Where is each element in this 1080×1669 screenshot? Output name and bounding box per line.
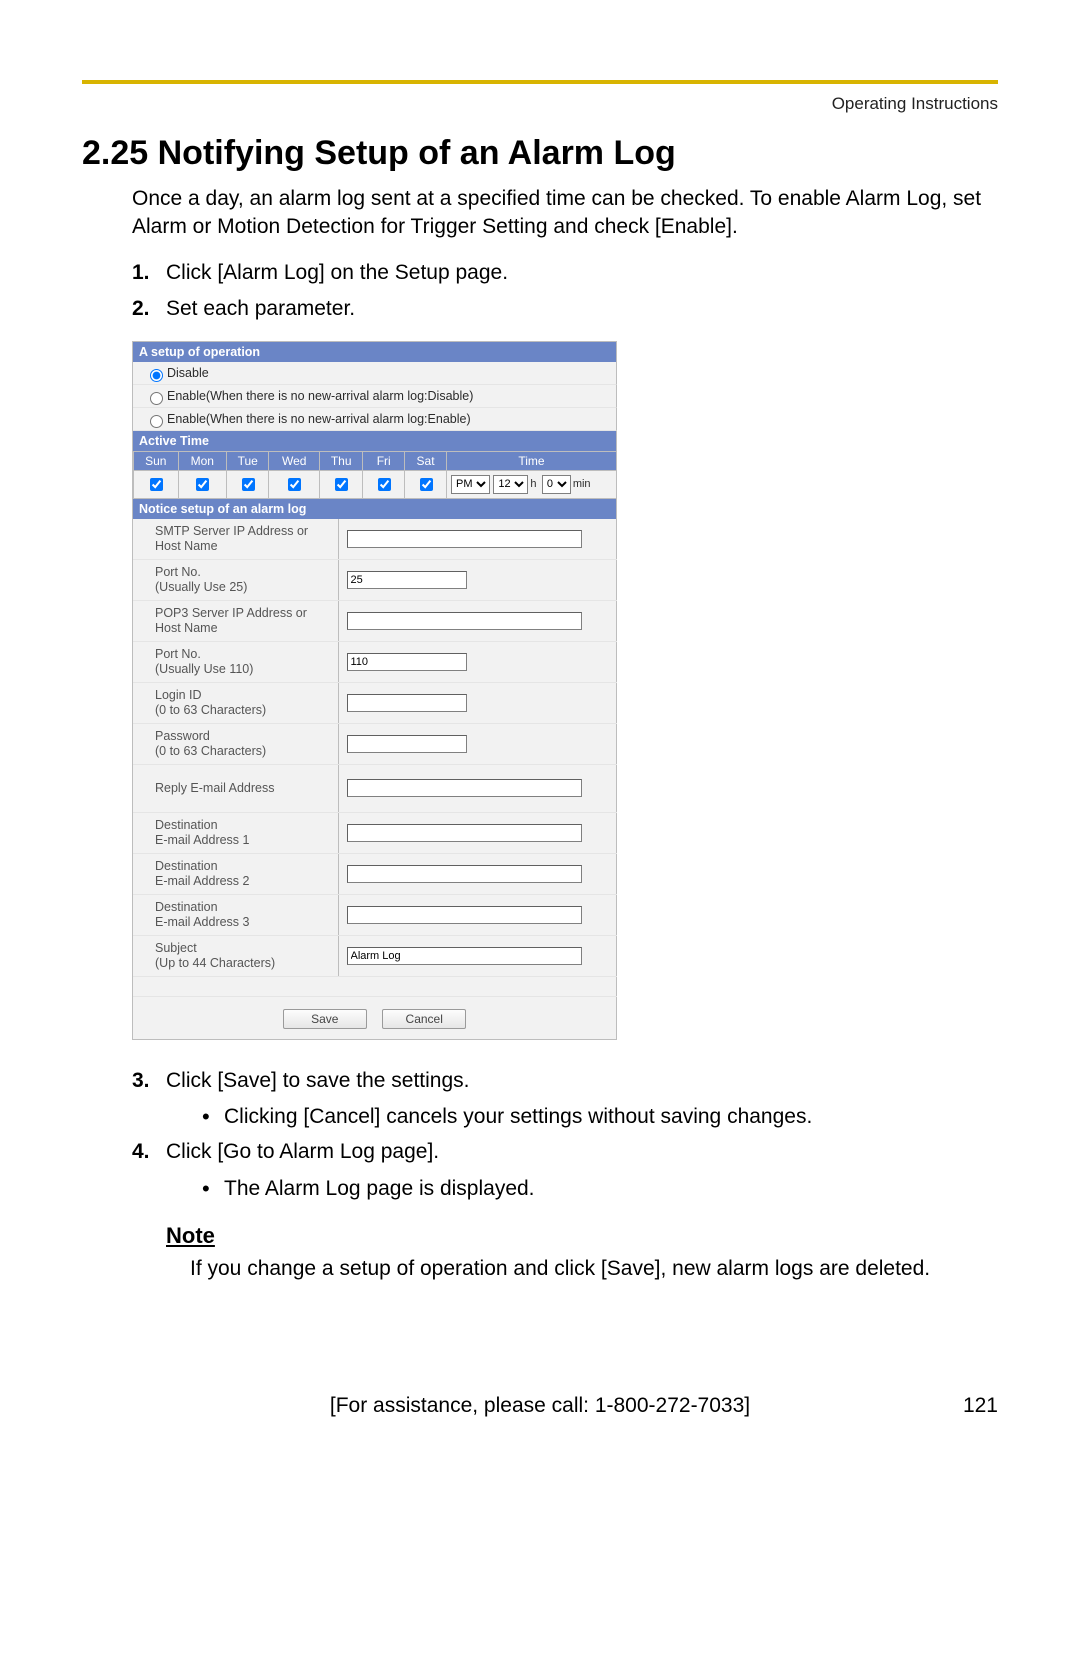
- select-min[interactable]: 0: [542, 475, 571, 494]
- running-header: Operating Instructions: [82, 94, 998, 114]
- notice-form: SMTP Server IP Address or Host Name Port…: [133, 519, 617, 997]
- day-header-sun: Sun: [134, 451, 179, 470]
- step-2-num: 2.: [132, 294, 150, 324]
- dest2-input[interactable]: [347, 865, 582, 883]
- subject-label: Subject(Up to 44 Characters): [133, 935, 338, 976]
- step-1-text: Click [Alarm Log] on the Setup page.: [166, 261, 508, 284]
- smtp-label: SMTP Server IP Address or Host Name: [133, 519, 338, 560]
- radio-enable-disable[interactable]: [150, 392, 163, 405]
- smtp-port-input[interactable]: [347, 571, 467, 589]
- step-1: 1. Click [Alarm Log] on the Setup page.: [132, 258, 998, 288]
- pop3-port-label: Port No.(Usually Use 110): [133, 641, 338, 682]
- step-3-text: Click [Save] to save the settings.: [166, 1069, 469, 1092]
- login-label: Login ID(0 to 63 Characters): [133, 682, 338, 723]
- radio-enable-enable[interactable]: [150, 415, 163, 428]
- notice-setup-header: Notice setup of an alarm log: [133, 499, 617, 519]
- pop3-label: POP3 Server IP Address or Host Name: [133, 600, 338, 641]
- day-header-fri: Fri: [363, 451, 405, 470]
- option-enable-enable-label: Enable(When there is no new-arrival alar…: [167, 412, 471, 426]
- section-title: 2.25 Notifying Setup of an Alarm Log: [82, 134, 998, 173]
- dest1-input[interactable]: [347, 824, 582, 842]
- settings-panel: A setup of operation Disable Enable(When…: [132, 341, 617, 1040]
- dest1-label: DestinationE-mail Address 1: [133, 812, 338, 853]
- password-label: Password(0 to 63 Characters): [133, 723, 338, 764]
- checkbox-tue[interactable]: [242, 478, 255, 491]
- option-disable-label: Disable: [167, 366, 209, 380]
- select-ampm[interactable]: PM: [451, 475, 490, 494]
- step-3: 3. Click [Save] to save the settings. Cl…: [132, 1066, 998, 1132]
- intro-paragraph: Once a day, an alarm log sent at a speci…: [82, 185, 998, 242]
- note-heading: Note: [166, 1223, 998, 1249]
- day-header-wed: Wed: [269, 451, 320, 470]
- day-header-tue: Tue: [227, 451, 269, 470]
- page-footer: [For assistance, please call: 1-800-272-…: [82, 1394, 998, 1418]
- smtp-port-label: Port No.(Usually Use 25): [133, 559, 338, 600]
- checkbox-sat[interactable]: [420, 478, 433, 491]
- option-disable-row[interactable]: Disable: [133, 362, 617, 385]
- dest3-label: DestinationE-mail Address 3: [133, 894, 338, 935]
- select-hour[interactable]: 12: [493, 475, 528, 494]
- step-1-num: 1.: [132, 258, 150, 288]
- time-cell: PM 12h 0min: [447, 470, 617, 498]
- step-2-text: Set each parameter.: [166, 297, 355, 320]
- step-2: 2. Set each parameter.: [132, 294, 998, 324]
- step-4-text: Click [Go to Alarm Log page].: [166, 1140, 439, 1163]
- cancel-button[interactable]: Cancel: [382, 1009, 466, 1029]
- active-time-header: Active Time: [133, 431, 617, 451]
- radio-disable[interactable]: [150, 369, 163, 382]
- step-3-num: 3.: [132, 1066, 150, 1096]
- subject-input[interactable]: [347, 947, 582, 965]
- checkbox-fri[interactable]: [378, 478, 391, 491]
- min-label: min: [573, 478, 591, 490]
- reply-label: Reply E-mail Address: [133, 764, 338, 812]
- button-row: Save Cancel: [133, 997, 617, 1040]
- checkbox-sun[interactable]: [150, 478, 163, 491]
- dest2-label: DestinationE-mail Address 2: [133, 853, 338, 894]
- day-header-mon: Mon: [178, 451, 227, 470]
- checkbox-wed[interactable]: [288, 478, 301, 491]
- smtp-input[interactable]: [347, 530, 582, 548]
- step-4-num: 4.: [132, 1137, 150, 1167]
- page-divider: [82, 80, 998, 84]
- active-time-table: Sun Mon Tue Wed Thu Fri Sat Time PM 12: [133, 451, 617, 499]
- day-header-time: Time: [447, 451, 617, 470]
- pop3-port-input[interactable]: [347, 653, 467, 671]
- footer-pagenum: 121: [963, 1394, 998, 1418]
- pop3-input[interactable]: [347, 612, 582, 630]
- login-input[interactable]: [347, 694, 467, 712]
- step-4: 4. Click [Go to Alarm Log page]. The Ala…: [132, 1137, 998, 1203]
- step-3-bullet: Clicking [Cancel] cancels your settings …: [202, 1102, 998, 1131]
- day-header-sat: Sat: [405, 451, 447, 470]
- reply-input[interactable]: [347, 779, 582, 797]
- setup-operation-header: A setup of operation: [133, 342, 617, 362]
- note-body: If you change a setup of operation and c…: [190, 1255, 998, 1283]
- option-enable-enable-row[interactable]: Enable(When there is no new-arrival alar…: [133, 408, 617, 431]
- password-input[interactable]: [347, 735, 467, 753]
- hour-label: h: [530, 478, 536, 490]
- checkbox-thu[interactable]: [335, 478, 348, 491]
- save-button[interactable]: Save: [283, 1009, 367, 1029]
- day-header-thu: Thu: [320, 451, 363, 470]
- checkbox-mon[interactable]: [196, 478, 209, 491]
- step-4-bullet: The Alarm Log page is displayed.: [202, 1174, 998, 1203]
- option-enable-disable-label: Enable(When there is no new-arrival alar…: [167, 389, 473, 403]
- dest3-input[interactable]: [347, 906, 582, 924]
- footer-assist: [For assistance, please call: 1-800-272-…: [330, 1394, 750, 1418]
- option-enable-disable-row[interactable]: Enable(When there is no new-arrival alar…: [133, 385, 617, 408]
